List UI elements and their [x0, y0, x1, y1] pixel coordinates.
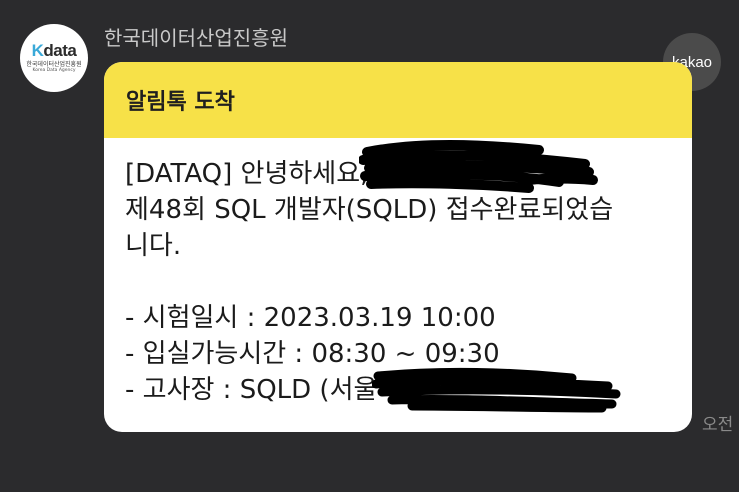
- message-line-registration: 제48회 SQL 개발자(SQLD) 접수완료되었습: [125, 195, 614, 225]
- logo-k: K: [31, 41, 44, 61]
- message-line-greeting: [DATAQ] 안녕하세요,: [125, 159, 369, 189]
- alimtalk-header: 알림톡 도착: [104, 62, 692, 138]
- message-line-exam-site: - 고사장 : SQLD (서울: [125, 375, 378, 405]
- sender-avatar[interactable]: Kdata 한국데이터산업진흥원 Korea Data Agency: [20, 24, 88, 92]
- message-line-exam-date: - 시험일시 : 2023.03.19 10:00: [125, 303, 496, 333]
- message-bubble[interactable]: 알림톡 도착 [DATAQ] 안녕하세요, 제48회 SQL 개발자(SQLD)…: [104, 62, 692, 432]
- redaction-scribble-2: [372, 367, 621, 413]
- message-line-registration-cont: 니다.: [125, 231, 182, 261]
- message-time: 오전: [702, 415, 734, 435]
- kdata-logo: Kdata: [32, 42, 77, 59]
- sender-name: 한국데이터산업진흥원: [104, 26, 288, 50]
- logo-text: data: [43, 41, 77, 61]
- logo-english-name: Korea Data Agency: [32, 68, 76, 74]
- redaction-scribble-1: [359, 140, 598, 193]
